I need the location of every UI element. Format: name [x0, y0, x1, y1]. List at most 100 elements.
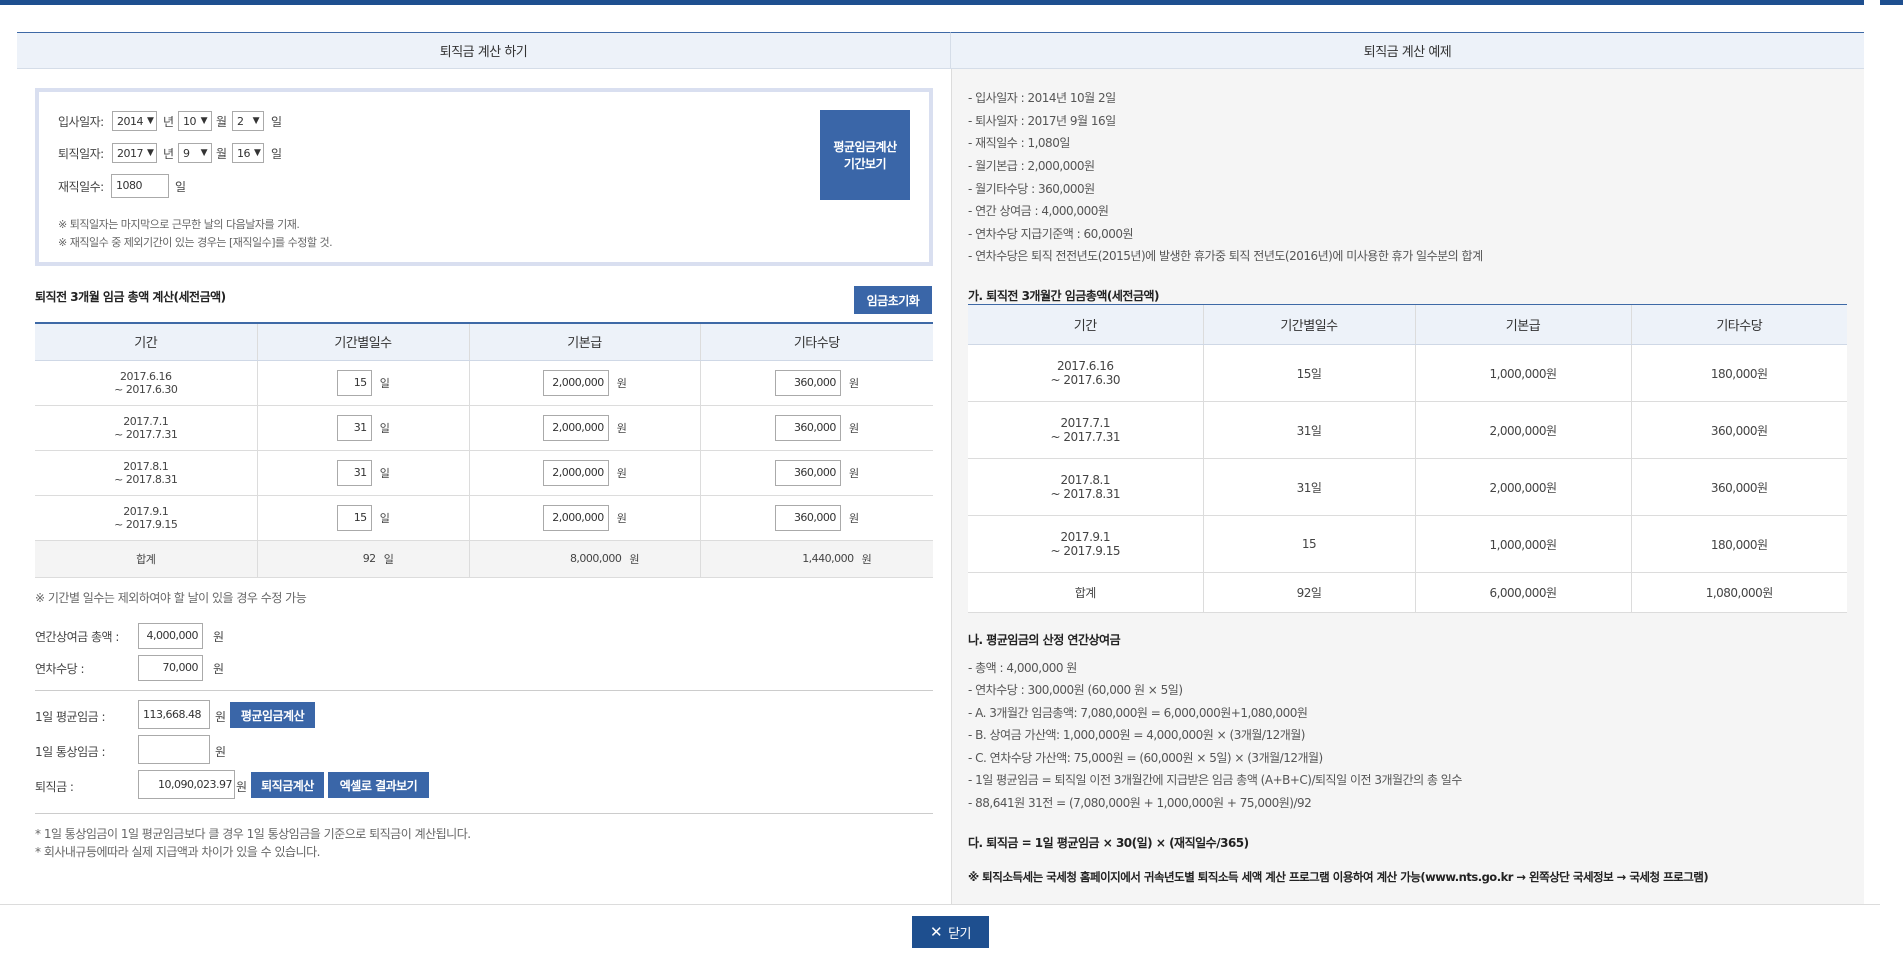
days-input[interactable]: 15	[336, 504, 372, 531]
unit-label: 년	[163, 147, 174, 161]
join-month-select[interactable]: 10 ▼	[178, 111, 212, 131]
sum-label: 합계	[968, 572, 1203, 613]
calc-panel-header: 퇴직금 계산 하기	[17, 32, 951, 69]
col-header-period: 기간	[968, 304, 1203, 345]
period-start: 2017.7.1	[1060, 416, 1111, 430]
other-pay-input[interactable]: 360,000	[774, 459, 841, 486]
base-cell: 1,000,000원	[1414, 344, 1631, 402]
chevron-down-icon: ▼	[254, 148, 261, 158]
other-cell: 360,000 원	[699, 495, 933, 541]
base-pay-input[interactable]: 2,000,000	[542, 369, 609, 396]
view-period-button[interactable]: 평균임금계산 기간보기	[820, 110, 910, 200]
period-cell: 2017.7.1 ~ 2017.7.31	[968, 401, 1203, 459]
calc-severance-button[interactable]: 퇴직금계산	[251, 772, 324, 798]
calc-avg-wage-button[interactable]: 평균임금계산	[230, 702, 315, 728]
unit-label: 일	[175, 180, 186, 194]
severance-output[interactable]: 10,090,023.97	[138, 770, 235, 799]
days-input[interactable]: 31	[336, 414, 372, 441]
period-start: 2017.9.1	[123, 504, 169, 518]
leave-date-label: 퇴직일자:	[58, 147, 104, 161]
days-input[interactable]: 31	[336, 459, 372, 486]
join-date-label: 입사일자:	[58, 115, 104, 129]
table-row: 2017.8.1~ 2017.8.31 31일 2,000,000원 360,0…	[968, 458, 1847, 516]
unit-label: 일	[271, 147, 282, 161]
severance-label: 퇴직금 :	[35, 780, 74, 794]
unit-label: 원	[848, 466, 859, 480]
footnote-2: * 회사내규등에따라 실제 지급액과 차이가 있을 수 있습니다.	[35, 845, 320, 859]
sum-base: 8,000,000	[569, 552, 622, 565]
period-cell: 2017.6.16 ~ 2017.6.30	[968, 344, 1203, 402]
unit-label: 원	[215, 745, 226, 759]
period-cell: 2017.8.1 ~ 2017.8.31	[35, 450, 257, 496]
period-end: ~ 2017.6.30	[114, 382, 178, 396]
days-input[interactable]: 15	[336, 369, 372, 396]
other-cell: 180,000원	[1630, 344, 1847, 402]
section-b-title: 나. 평균임금의 산정 연간상여금	[968, 633, 1121, 647]
sum-base: 6,000,000원	[1414, 572, 1631, 613]
period-end: ~ 2017.8.31	[114, 472, 178, 486]
col-header-period: 기간	[35, 322, 257, 361]
chevron-down-icon: ▼	[147, 116, 154, 126]
unit-label: 년	[163, 115, 174, 129]
unit-label: 원	[236, 780, 247, 794]
base-cell: 2,000,000원	[468, 360, 700, 406]
table-row: 2017.7.1~ 2017.7.31 31일 2,000,000원 360,0…	[968, 401, 1847, 459]
wage-section-title: 퇴직전 3개월 임금 총액 계산(세전금액)	[35, 290, 226, 304]
bonus-input[interactable]: 4,000,000	[138, 623, 203, 649]
join-year-select[interactable]: 2014 ▼	[112, 111, 157, 131]
scrollbar[interactable]	[1864, 0, 1880, 905]
form-note-2: ※ 재직일수 중 제외기간이 있는 경우는 [재직일수]를 수정할 것.	[58, 236, 333, 249]
unit-label: 원	[861, 552, 872, 566]
leave-year-select[interactable]: 2017 ▼	[112, 143, 157, 163]
col-header-base: 기본급	[468, 322, 700, 361]
excel-export-button[interactable]: 엑셀로 결과보기	[328, 772, 429, 798]
days-cell: 31일	[1202, 458, 1415, 516]
reset-wage-button[interactable]: 임금초기화	[854, 286, 932, 314]
sum-base-cell: 8,000,000 원	[468, 539, 700, 578]
join-day-select[interactable]: 2 ▼	[232, 111, 264, 131]
sum-other: 1,080,000원	[1630, 572, 1847, 613]
col-header-other: 기타수당	[1630, 304, 1847, 345]
tenure-days-input[interactable]: 1080	[111, 174, 169, 198]
base-pay-input[interactable]: 2,000,000	[542, 459, 609, 486]
period-start: 2017.6.16	[120, 369, 172, 383]
other-pay-input[interactable]: 360,000	[774, 414, 841, 441]
leave-day-select[interactable]: 16 ▼	[232, 143, 264, 163]
period-cell: 2017.9.1 ~ 2017.9.15	[968, 515, 1203, 573]
close-icon: ✕	[930, 923, 943, 941]
leave-month-select[interactable]: 9 ▼	[178, 143, 212, 163]
unit-label: 원	[213, 630, 224, 644]
period-end: ~ 2017.8.31	[1050, 487, 1121, 501]
unit-label: 일	[379, 421, 390, 435]
example-line: - 연차수당은 퇴직 전전년도(2015년)에 발생한 휴가중 퇴직 전년도(2…	[968, 249, 1483, 263]
example-line: - 월기본급 : 2,000,000원	[968, 159, 1095, 173]
unit-label: 원	[215, 710, 226, 724]
base-cell: 2,000,000원	[1414, 458, 1631, 516]
base-cell: 2,000,000원	[468, 495, 700, 541]
base-pay-input[interactable]: 2,000,000	[542, 504, 609, 531]
base-cell: 2,000,000원	[468, 450, 700, 496]
table-row: 2017.6.16 ~ 2017.6.30 15 일 2,000,000 원 360,…	[35, 360, 933, 406]
unit-label: 일	[379, 376, 390, 390]
other-pay-input[interactable]: 360,000	[774, 504, 841, 531]
example-wage-table: 기간 기간별일수 기본급 기타수당 2017.6.16 ~ 2017.6.30 1…	[968, 304, 1847, 613]
ordinary-wage-input[interactable]	[138, 735, 210, 764]
avg-wage-output[interactable]: 113,668.48	[138, 700, 210, 729]
period-start: 2017.9.1	[1060, 530, 1111, 544]
sum-row: 합계 92일 6,000,000원 1,080,000원	[968, 572, 1847, 613]
days-cell: 15 일	[256, 360, 469, 406]
sum-days: 92일	[1202, 572, 1415, 613]
view-period-button-line2: 기간보기	[843, 157, 887, 171]
chevron-down-icon: ▼	[200, 148, 208, 158]
annual-leave-pay-input[interactable]: 70,000	[138, 655, 203, 681]
table-row: 2017.7.1~ 2017.7.31 31일 2,000,000원 360,0…	[35, 405, 933, 451]
unit-label: 일	[383, 552, 394, 566]
base-pay-input[interactable]: 2,000,000	[542, 414, 609, 441]
chevron-down-icon: ▼	[252, 116, 260, 126]
unit-label: 월	[216, 147, 227, 161]
col-header-days: 기간별일수	[256, 322, 469, 361]
table-row: 2017.8.1~ 2017.8.31 31일 2,000,000원 360,0…	[35, 450, 933, 496]
close-button[interactable]: ✕ 닫기	[912, 916, 989, 948]
other-pay-input[interactable]: 360,000	[774, 369, 841, 396]
other-cell: 360,000 원	[699, 405, 933, 451]
